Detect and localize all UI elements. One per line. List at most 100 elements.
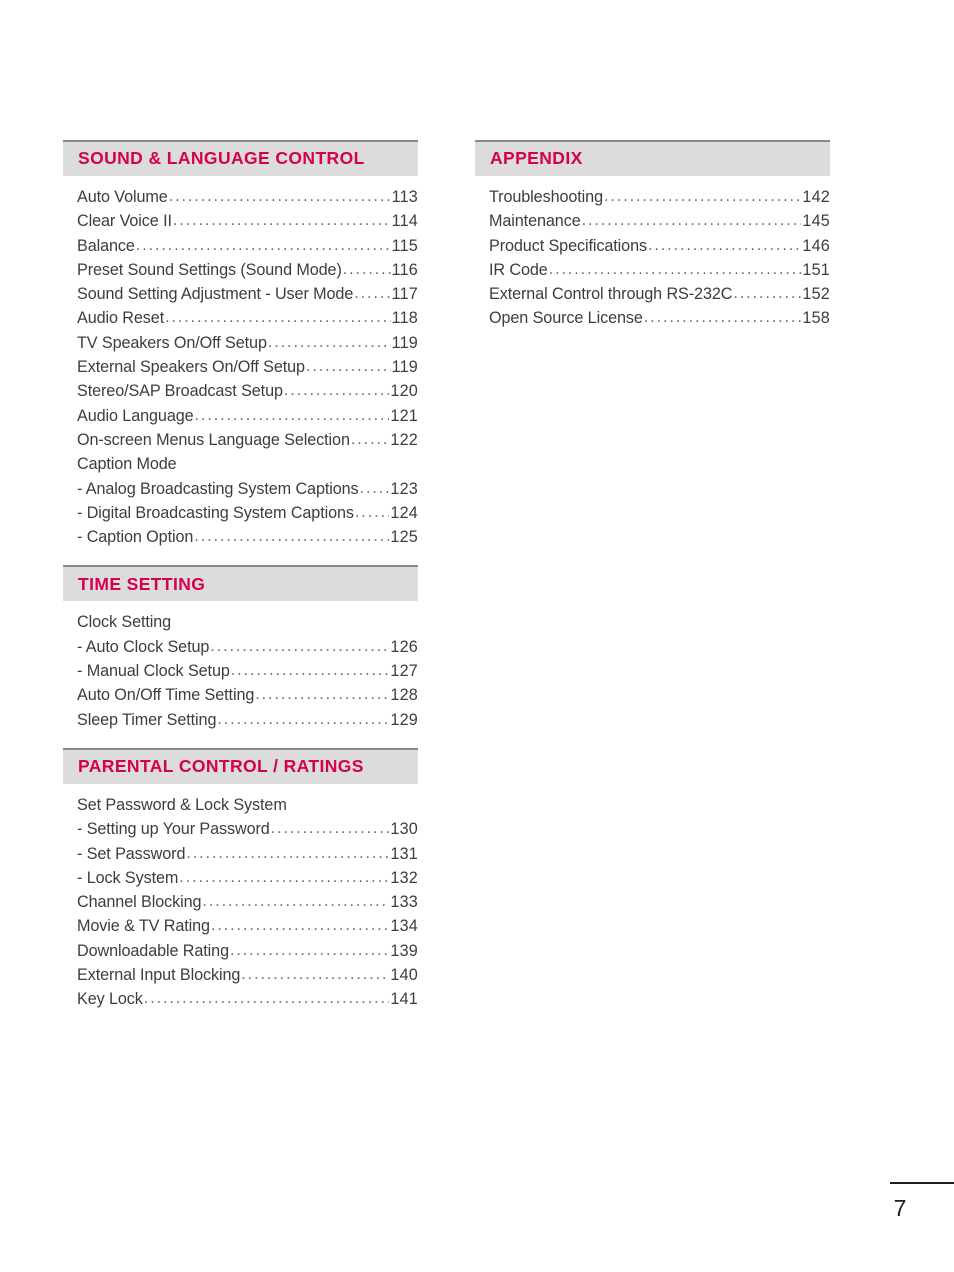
toc-entry-leader	[195, 404, 390, 427]
toc-entry-label: Product Specifications	[489, 236, 647, 255]
toc-entry-leader	[211, 914, 389, 937]
toc-entry[interactable]: Audio Language 121	[77, 404, 418, 428]
toc-entry[interactable]: Clear Voice II 114	[77, 209, 418, 233]
toc-section: PARENTAL CONTROL / RATINGS Set Password &…	[63, 747, 418, 1012]
toc-entry-page-number: 118	[391, 309, 418, 328]
toc-entry[interactable]: Set Password & Lock System	[77, 793, 418, 817]
toc-entry-leader	[343, 258, 391, 281]
toc-entry-page-number: 125	[390, 528, 418, 547]
toc-entry-page-number: 141	[390, 990, 418, 1009]
toc-entry[interactable]: TV Speakers On/Off Setup 119	[77, 331, 418, 355]
toc-entry-label: IR Code	[489, 260, 548, 279]
toc-entry[interactable]: External Input Blocking 140	[77, 963, 418, 987]
toc-entry-page-number: 121	[390, 406, 418, 425]
toc-entry[interactable]: Auto On/Off Time Setting 128	[77, 683, 418, 707]
footer-rule	[890, 1182, 954, 1184]
toc-entry-page-number: 133	[390, 893, 418, 912]
toc-entry[interactable]: - Caption Option 125	[77, 525, 418, 549]
section-header-title: PARENTAL CONTROL / RATINGS	[78, 756, 364, 777]
toc-entry-label: - Auto Clock Setup	[77, 637, 210, 656]
toc-entry-leader	[582, 209, 802, 232]
toc-entry-label: Auto On/Off Time Setting	[77, 686, 255, 705]
toc-entry-leader	[268, 331, 391, 354]
toc-entry[interactable]: - Analog Broadcasting System Captions 12…	[77, 477, 418, 501]
toc-entry-label: External Control through RS-232C	[489, 285, 733, 304]
toc-entry[interactable]: - Lock System 132	[77, 866, 418, 890]
toc-entry-page-number: 117	[391, 285, 418, 304]
toc-entry-page-number: 120	[390, 382, 418, 401]
toc-entry[interactable]: Balance 115	[77, 234, 418, 258]
section-header: PARENTAL CONTROL / RATINGS	[63, 747, 418, 784]
section-header-title: SOUND & LANGUAGE CONTROL	[78, 148, 365, 169]
section-header: APPENDIX	[475, 140, 830, 176]
toc-entry-leader	[648, 234, 801, 257]
toc-entry-page-number: 145	[802, 212, 830, 231]
toc-entry[interactable]: Preset Sound Settings (Sound Mode) 116	[77, 258, 418, 282]
toc-entry[interactable]: Audio Reset 118	[77, 306, 418, 330]
toc-entry-label: Clear Voice II	[77, 212, 172, 231]
toc-entry[interactable]: - Digital Broadcasting System Captions 12…	[77, 501, 418, 525]
toc-entry[interactable]: Channel Blocking 133	[77, 890, 418, 914]
toc-entry-label: Preset Sound Settings (Sound Mode)	[77, 260, 342, 279]
toc-page: SOUND & LANGUAGE CONTROL Auto Volume 113 Cl…	[0, 0, 954, 1272]
toc-entry[interactable]: - Set Password 131	[77, 842, 418, 866]
toc-entry[interactable]: On-screen Menus Language Selection 122	[77, 428, 418, 452]
toc-entry[interactable]: Key Lock 141	[77, 987, 418, 1011]
toc-entry[interactable]: Clock Setting	[77, 610, 418, 634]
toc-entry-label: Sound Setting Adjustment - User Mode	[77, 285, 354, 304]
toc-entry-leader	[165, 306, 391, 329]
toc-entry-leader	[284, 379, 390, 402]
toc-entry-label: Auto Volume	[77, 188, 168, 206]
toc-entry-page-number: 116	[391, 260, 418, 279]
toc-entry-page-number: 122	[390, 430, 418, 449]
toc-section: TIME SETTING Clock Setting - Auto Clock Se…	[63, 565, 418, 731]
toc-entry[interactable]: IR Code 151	[489, 258, 830, 282]
toc-entry-page-number: 115	[391, 236, 418, 255]
toc-entry-label: Channel Blocking	[77, 893, 202, 912]
toc-entry-label: Downloadable Rating	[77, 941, 229, 960]
toc-section: SOUND & LANGUAGE CONTROL Auto Volume 113 Cl…	[63, 140, 418, 549]
toc-entry[interactable]: Stereo/SAP Broadcast Setup 120	[77, 379, 418, 403]
toc-entry-leader	[360, 477, 390, 500]
toc-entry-label: Maintenance	[489, 212, 581, 231]
toc-entry-page-number: 119	[391, 358, 418, 377]
section-header-title: APPENDIX	[490, 148, 583, 169]
toc-entry-leader	[179, 866, 389, 889]
toc-entry[interactable]: Caption Mode	[77, 452, 418, 476]
section-entry-list: Set Password & Lock System - Setting up Y…	[63, 791, 418, 1012]
toc-entry[interactable]: Sleep Timer Setting 129	[77, 708, 418, 732]
toc-entry[interactable]: Downloadable Rating 139	[77, 939, 418, 963]
toc-entry-label: Sleep Timer Setting	[77, 710, 217, 729]
toc-entry-leader	[306, 355, 391, 378]
toc-entry-page-number: 129	[390, 710, 418, 729]
toc-entry-label: TV Speakers On/Off Setup	[77, 333, 267, 352]
toc-entry-label: Audio Reset	[77, 309, 165, 328]
toc-entry[interactable]: Auto Volume 113	[77, 185, 418, 209]
toc-entry-leader	[202, 890, 389, 913]
toc-entry[interactable]: Open Source License 158	[489, 306, 830, 330]
toc-entry-page-number: 151	[802, 260, 830, 279]
toc-entry-page-number: 142	[802, 188, 830, 206]
toc-entry[interactable]: Product Specifications 146	[489, 234, 830, 258]
toc-entry-label: External Input Blocking	[77, 966, 241, 985]
toc-entry[interactable]: - Auto Clock Setup 126	[77, 635, 418, 659]
toc-entry-leader	[210, 635, 389, 658]
toc-column-right: APPENDIX Troubleshooting 142 Maintenance 145…	[475, 140, 830, 1028]
toc-entry[interactable]: - Manual Clock Setup 127	[77, 659, 418, 683]
toc-entry-page-number: 114	[391, 212, 418, 231]
toc-entry-leader	[354, 282, 390, 305]
toc-entry-label: Audio Language	[77, 406, 194, 425]
toc-entry[interactable]: Sound Setting Adjustment - User Mode 117	[77, 282, 418, 306]
toc-entry[interactable]: Troubleshooting 142	[489, 185, 830, 209]
toc-entry-leader	[169, 185, 391, 208]
toc-entry[interactable]: - Setting up Your Password 130	[77, 817, 418, 841]
toc-entry[interactable]: Movie & TV Rating 134	[77, 914, 418, 938]
toc-entry[interactable]: External Control through RS-232C 152	[489, 282, 830, 306]
toc-entry-label: - Setting up Your Password	[77, 820, 270, 839]
toc-entry[interactable]: External Speakers On/Off Setup 119	[77, 355, 418, 379]
toc-entry[interactable]: Maintenance 145	[489, 209, 830, 233]
toc-entry-label: On-screen Menus Language Selection	[77, 430, 350, 449]
toc-section: APPENDIX Troubleshooting 142 Maintenance 145…	[475, 140, 830, 331]
toc-entry-label: Set Password & Lock System	[77, 795, 287, 814]
section-header: TIME SETTING	[63, 565, 418, 602]
